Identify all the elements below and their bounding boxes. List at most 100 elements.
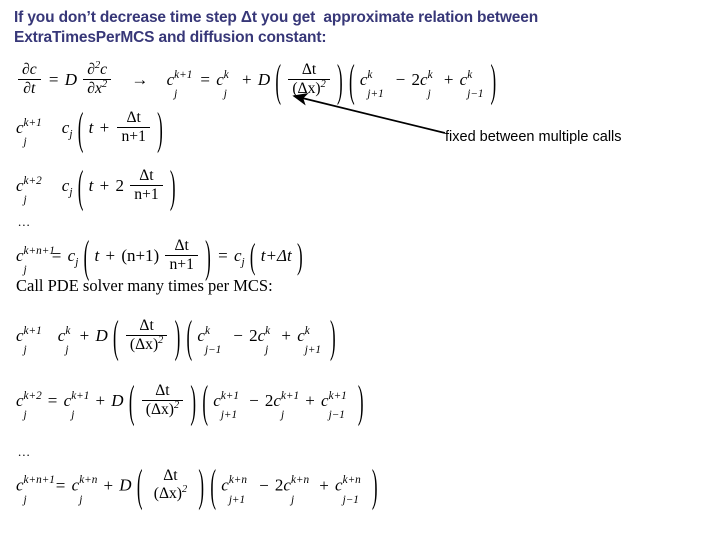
solver1-t1-var: c [57, 326, 66, 346]
reln-frac-num: Δt [165, 238, 198, 256]
rel2-time-fraction: Δt n+1 [130, 168, 163, 202]
rel2-close-paren: ) [169, 160, 176, 212]
rel2-rhs-sub: j [69, 186, 73, 199]
solvern-plus: + [103, 475, 114, 495]
rel2-arg-plus: + [99, 176, 110, 196]
solver2-p2-var: c [273, 391, 281, 411]
ellipsis-solver-steps: ... [18, 444, 31, 459]
solvern-open-paren-frac: ( [136, 459, 143, 512]
solver2-plus-2: + [305, 391, 315, 411]
solvern-close-paren-stencil: ) [371, 459, 378, 512]
solver1-lhs-sup: k+1 [23, 324, 42, 337]
solver2-p2-sup: k+1 [280, 389, 300, 402]
rel2-lhs-sup: k+2 [23, 174, 42, 187]
solvern-lhs-sup: k+n+1 [23, 474, 55, 487]
pde-stencil-term3-sub: j−1 [467, 88, 484, 101]
pde-stencil-term2-sup: k [427, 68, 433, 81]
pde-disc-equals: = [200, 70, 210, 90]
annotation-label: fixed between multiple calls [445, 129, 622, 145]
reln-end-arg: t+Δt [260, 246, 292, 266]
ellipsis-relations: ... [18, 214, 31, 229]
solver1-dx-exp: 2 [158, 334, 164, 346]
reln-equals-2: = [218, 246, 228, 266]
solver1-close-paren-stencil: ) [330, 310, 336, 362]
solver2-p1-var: c [213, 391, 221, 411]
pde-rhs-den-var: ∂x [87, 79, 102, 97]
reln-end-open-paren: ( [249, 236, 256, 277]
solver2-equals: = [47, 391, 58, 411]
pde-stencil-term3-var: c [459, 70, 468, 90]
solvern-lhs-sub: j [23, 493, 27, 506]
reln-time-fraction: Δt n+1 [165, 238, 198, 273]
solver1-frac-den: (Δx)2 [126, 334, 167, 353]
pde-lhs-denominator: ∂t [23, 79, 36, 97]
reln-arg-plus: + [105, 246, 116, 266]
pde-lhs-fraction: ∂c ∂t [18, 62, 41, 96]
rel2-frac-num: Δt [130, 168, 163, 186]
solver1-open-paren-frac: ( [112, 310, 119, 362]
rel2-arg-coef: 2 [115, 176, 124, 196]
close-paren-stencil: ) [490, 54, 497, 106]
solver2-p3-sub: j−1 [328, 409, 345, 422]
solvern-close-paren-frac: ) [198, 459, 205, 512]
pde-disc-lhs-var: c [166, 70, 175, 90]
reln-lhs-var: c [16, 246, 24, 266]
solver1-plus-2: + [281, 326, 291, 346]
solver2-coef: D [111, 391, 124, 411]
reln-close-paren: ) [205, 230, 211, 282]
solver1-p3-sup: k [304, 324, 310, 337]
solver2-open-paren-stencil: ( [202, 375, 209, 427]
solver1-close-paren-frac: ) [174, 310, 181, 362]
pde-rhs-den-order: 2 [101, 78, 108, 90]
solver1-minus: − [233, 326, 243, 346]
solver1-lhs-sub: j [23, 344, 27, 357]
solver2-t1-sup: k+1 [71, 389, 90, 402]
solvern-p3-sub: j−1 [342, 493, 359, 506]
solvern-lhs-var: c [16, 475, 24, 495]
equation-relation-k-plus-2: c k+2 j cj ( t + 2 Δt n+1 ) [16, 163, 177, 209]
solvern-p2-sub: j [290, 493, 295, 506]
solver1-plus: + [79, 326, 90, 346]
pde-disc-plus: + [242, 70, 252, 90]
solvern-plus-2: + [319, 475, 329, 495]
heading-line-1: If you don’t decrease time step Δt you g… [14, 9, 539, 26]
solver1-p1-var: c [197, 326, 205, 346]
reln-arg-coef: (n+1) [121, 246, 160, 266]
annotation-arrow-icon [292, 92, 446, 134]
reln-frac-den: n+1 [169, 255, 194, 273]
solver2-lhs-sup: k+2 [23, 389, 42, 402]
rel1-frac-den: n+1 [121, 127, 146, 145]
rel1-time-fraction: Δt n+1 [117, 110, 150, 145]
solvern-p3-sup: k+n [342, 474, 361, 487]
solvern-frac-den: (Δx)2 [150, 484, 191, 502]
solvern-minus: − [259, 475, 269, 495]
rel1-lhs-sub: j [23, 136, 27, 149]
solver2-p1-sup: k+1 [220, 389, 239, 402]
equation-relation-k-plus-n-plus-1: c k+n+1 j = cj ( t + (n+1) Δt n+1 ) = cj (… [16, 233, 304, 279]
solver1-t1-sub: j [65, 344, 69, 357]
pde-rhs-numerator: ∂2c [83, 60, 112, 80]
reln-mid-sub: j [75, 256, 79, 269]
solver1-p3-var: c [297, 326, 305, 346]
equation-solver-step-n: c k+n+1 j = c k+n j + D ( Δt (Δx)2 ) ( c k+n j… [16, 463, 379, 509]
solver2-t1-sub: j [71, 409, 75, 422]
solver2-frac-num: Δt [141, 383, 184, 401]
solver2-lhs-sub: j [23, 409, 27, 422]
solver1-p1-sup: k [204, 324, 210, 337]
pde-disc-lhs-sub: j [174, 88, 178, 101]
solvern-p2-var: c [283, 475, 291, 495]
solvern-dx: (Δx) [153, 484, 183, 502]
solvern-t1-var: c [71, 475, 80, 495]
solver2-p2-sub: j [280, 409, 285, 422]
rel1-open-paren: ( [77, 102, 84, 154]
solvern-t1-sub: j [79, 493, 83, 506]
pde-disc-t1-sup: k [223, 68, 229, 81]
heading-line-2: ExtraTimesPerMCS and diffusion constant: [14, 29, 327, 46]
rel1-close-paren: ) [157, 102, 163, 154]
rel1-rhs-sub: j [69, 128, 73, 141]
solver2-dx: (Δx) [145, 400, 175, 418]
solver2-frac-den: (Δx)2 [142, 400, 183, 418]
reln-lhs-sup: k+n+1 [23, 244, 55, 257]
solver2-p3-var: c [321, 391, 329, 411]
pde-disc-t1-var: c [216, 70, 224, 90]
